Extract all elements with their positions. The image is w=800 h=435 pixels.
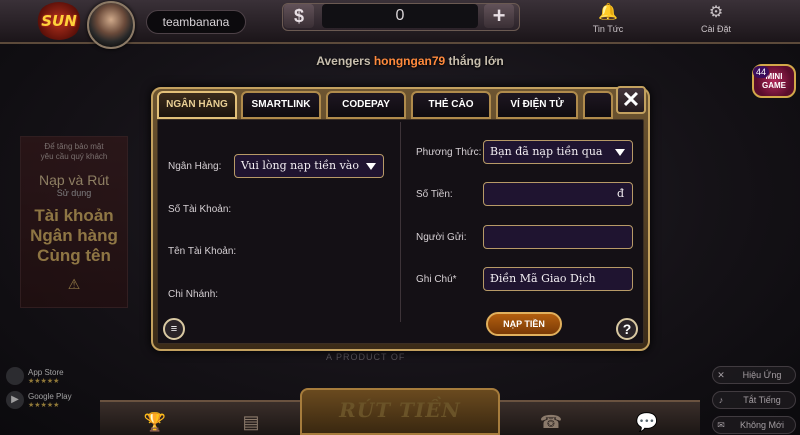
winner-marquee: Avengers hongngan79 thắng lớn (220, 50, 600, 72)
close-button[interactable]: ✕ (616, 86, 646, 114)
chevron-down-icon (615, 149, 625, 156)
note-input[interactable]: Điền Mã Giao Dịch (483, 267, 633, 291)
marquee-player: hongngan79 (373, 54, 446, 68)
bank-select-value: Vui lòng nạp tiền vào (241, 159, 359, 172)
add-funds-button[interactable]: + (484, 4, 514, 28)
chevron-down-icon (366, 163, 376, 170)
promo-sub: Sử dụng (56, 188, 92, 198)
phone-icon[interactable]: ☎ (536, 410, 566, 434)
app-store-label: App Store (28, 367, 64, 377)
promo-card: Để tăng bảo mật yêu cầu quý khách Nạp và… (20, 136, 128, 308)
method-select-value: Bạn đã nạp tiền qua (490, 145, 603, 158)
note-label: Ghi Chú* (416, 274, 457, 285)
sound-label: Tắt Tiếng (743, 395, 781, 405)
google-play-link[interactable]: ▶ Google Play ★★★★★ (6, 388, 86, 412)
app-store-link[interactable]: App Store ★★★★★ (6, 364, 86, 388)
minigame-label-2: GAME (762, 81, 786, 90)
warning-icon: ⚠ (67, 276, 81, 292)
marquee-suffix: thắng lớn (448, 54, 504, 68)
sender-label: Người Gửi: (416, 232, 467, 243)
news-label: Tin Tức (592, 24, 624, 34)
promo-note-1: Để tăng bảo mật (44, 142, 104, 151)
news-button[interactable]: 🔔 Tin Tức (576, 2, 640, 42)
deposit-button[interactable]: NẠP TIỀN (486, 312, 562, 336)
sound-toggle[interactable]: ♪ Tắt Tiếng (712, 391, 796, 409)
method-label: Phương Thức: (416, 147, 482, 158)
dollar-icon[interactable]: $ (284, 4, 314, 28)
username-field[interactable]: teambanana (146, 10, 246, 34)
bell-icon: 🔔 (598, 4, 618, 21)
tab-bank[interactable]: NGÂN HÀNG (157, 91, 237, 119)
account-number-label: Số Tài Khoản: (168, 204, 232, 215)
speaker-icon: ♪ (718, 395, 724, 405)
google-play-label: Google Play (28, 391, 72, 401)
marquee-prefix: Avengers (316, 54, 371, 68)
no-new-label: Không Mới (740, 420, 784, 430)
currency-suffix: đ (616, 187, 624, 200)
bell-off-icon: ✉ (717, 420, 725, 430)
trophy-icon[interactable]: 🏆 (140, 410, 170, 434)
sender-input[interactable] (483, 225, 633, 249)
tab-card[interactable]: THẺ CÀO (411, 91, 491, 119)
help-icon[interactable]: ? (616, 318, 638, 340)
amount-input[interactable]: đ (483, 182, 633, 206)
bank-select[interactable]: Vui lòng nạp tiền vào (234, 154, 384, 178)
tab-smartlink[interactable]: SMARTLINK (241, 91, 321, 119)
giftcode-icon[interactable]: ▤ (236, 410, 266, 434)
column-divider (400, 122, 401, 322)
google-play-stars: ★★★★★ (28, 401, 60, 409)
note-placeholder: Điền Mã Giao Dịch (490, 272, 596, 285)
tab-more[interactable] (583, 91, 613, 119)
account-name-label: Tên Tài Khoản: (168, 246, 237, 257)
promo-note-2: yêu cầu quý khách (40, 152, 108, 161)
withdraw-button[interactable]: RÚT TIỀN (300, 388, 500, 435)
play-icon: ▶ (6, 391, 24, 409)
apple-icon (6, 367, 24, 385)
history-list-icon[interactable]: ≡ (163, 318, 185, 340)
branch-label: Chi Nhánh: (168, 289, 219, 300)
promo-title: Nạp và Rút (38, 172, 110, 188)
sun-logo: SUN (36, 2, 82, 40)
app-store-stars: ★★★★★ (28, 377, 60, 385)
promo-big-1: Tài khoản (34, 206, 114, 225)
minigame-count-badge: 44 (753, 66, 769, 78)
no-new-toggle[interactable]: ✉ Không Mới (712, 416, 796, 434)
balance-value: 0 (322, 4, 478, 28)
method-select[interactable]: Bạn đã nạp tiền qua (483, 140, 633, 164)
chat-icon[interactable]: 💬 (632, 410, 662, 434)
effects-label: Hiệu Ứng (742, 370, 782, 380)
amount-label: Số Tiền: (416, 189, 453, 200)
avatar[interactable] (87, 1, 135, 49)
effects-toggle[interactable]: ✕ Hiệu Ứng (712, 366, 796, 384)
promo-big-2: Ngân hàng (30, 226, 118, 245)
product-credit: A PRODUCT OF (326, 352, 406, 362)
promo-big-3: Cùng tên (37, 246, 111, 265)
settings-label: Cài Đặt (700, 24, 731, 34)
tab-ewallet[interactable]: VÍ ĐIỆN TỬ (496, 91, 578, 119)
gear-icon: ⚙ (708, 4, 724, 21)
bank-label: Ngân Hàng: (168, 161, 222, 172)
tab-codepay[interactable]: CODEPAY (326, 91, 406, 119)
effects-icon: ✕ (717, 370, 725, 380)
settings-button[interactable]: ⚙ Cài Đặt (684, 2, 748, 42)
